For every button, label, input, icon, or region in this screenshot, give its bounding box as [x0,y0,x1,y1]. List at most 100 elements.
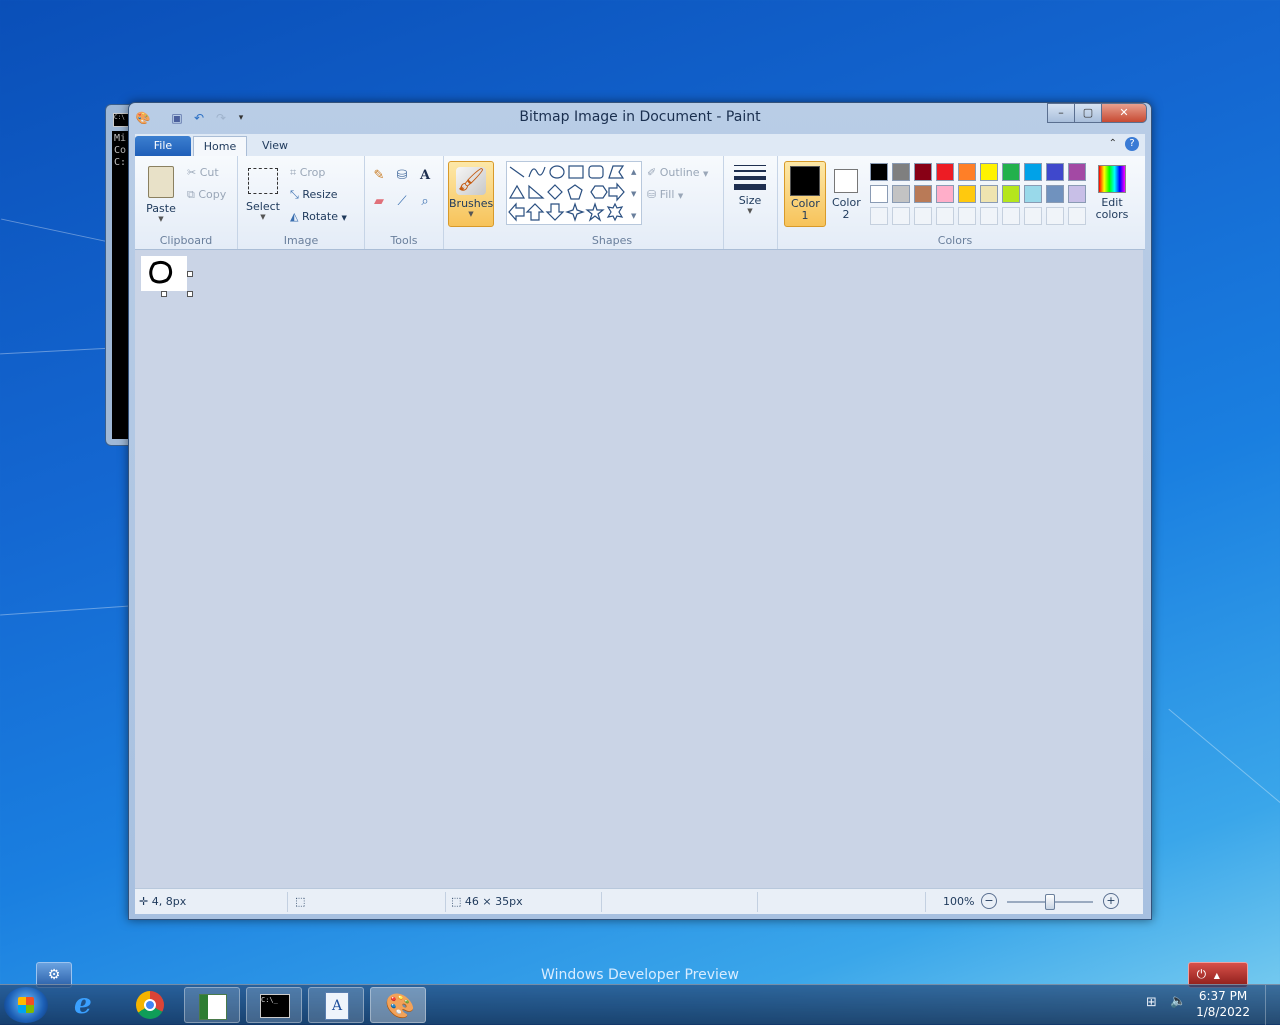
palette-color-swatch[interactable] [892,185,910,203]
scroll-down-icon[interactable]: ▼ [631,190,637,198]
eraser-icon[interactable]: ▰ [369,192,389,212]
maximize-button[interactable]: ▢ [1074,103,1102,123]
custom-color-slot[interactable] [980,207,998,225]
paste-button[interactable]: Paste ▼ [141,162,181,228]
color-picker-icon[interactable]: ⟋ [392,192,412,212]
start-button[interactable] [4,987,48,1023]
tab-view[interactable]: View [253,136,297,156]
four-point-star-shape-icon[interactable] [565,202,585,222]
resize-button[interactable]: ⤡ Resize [290,186,338,204]
right-arrow-shape-icon[interactable] [608,182,625,202]
hexagon-shape-icon[interactable] [590,185,608,199]
resize-handle-bottom[interactable] [161,291,167,297]
palette-color-swatch[interactable] [1002,185,1020,203]
pencil-icon[interactable]: ✎ [369,166,389,186]
palette-color-swatch[interactable] [892,163,910,181]
custom-color-slot[interactable] [1002,207,1020,225]
palette-color-swatch[interactable] [1024,185,1042,203]
resize-handle-right[interactable] [187,271,193,277]
up-arrow-shape-icon[interactable] [525,203,545,221]
show-desktop-button[interactable] [1265,985,1280,1025]
custom-color-slot[interactable] [1046,207,1064,225]
palette-color-swatch[interactable] [914,185,932,203]
taskbar-command-prompt[interactable]: C:\_ [246,987,302,1023]
palette-color-swatch[interactable] [958,163,976,181]
brushes-button[interactable]: 🖌 Brushes ▼ [448,161,494,227]
palette-color-swatch[interactable] [1068,185,1086,203]
taskbar-paint[interactable]: 🎨 [370,987,426,1023]
palette-color-swatch[interactable] [936,185,954,203]
taskbar-chrome[interactable] [122,987,178,1023]
rectangle-shape-icon[interactable] [568,165,584,179]
line-shape-icon[interactable] [509,166,525,178]
taskbar-internet-explorer[interactable]: e [60,987,116,1023]
palette-color-swatch[interactable] [958,185,976,203]
zoom-slider-thumb[interactable] [1045,894,1055,910]
palette-color-swatch[interactable] [936,163,954,181]
diamond-shape-icon[interactable] [547,184,563,200]
palette-color-swatch[interactable] [914,163,932,181]
palette-color-swatch[interactable] [980,185,998,203]
pentagon-shape-icon[interactable] [567,184,583,200]
taskbar-wordpad[interactable]: A [308,987,364,1023]
close-button[interactable]: ✕ [1101,103,1147,123]
taskbar-document-app[interactable] [184,987,240,1023]
volume-icon[interactable]: 🔈 [1170,994,1186,1009]
five-point-star-shape-icon[interactable] [585,202,605,222]
custom-color-slot[interactable] [870,207,888,225]
drawing-canvas[interactable] [141,256,187,291]
left-arrow-shape-icon[interactable] [508,202,525,222]
zoom-in-button[interactable]: + [1103,893,1119,909]
canvas-area[interactable] [135,250,1143,888]
cut-button[interactable]: ✂ Cut [187,164,219,182]
help-icon[interactable]: ? [1125,137,1139,151]
palette-color-swatch[interactable] [1046,185,1064,203]
color1-button[interactable]: Color 1 [784,161,826,227]
outline-button[interactable]: ✐ Outline ▼ [647,164,708,182]
minimize-button[interactable]: – [1047,103,1075,123]
fill-button[interactable]: ⛁ Fill ▼ [647,186,683,204]
custom-color-slot[interactable] [958,207,976,225]
crop-button[interactable]: ⌗ Crop [290,164,325,182]
palette-color-swatch[interactable] [1002,163,1020,181]
system-clock[interactable]: 6:37 PM 1/8/2022 [1196,988,1250,1020]
custom-color-slot[interactable] [1024,207,1042,225]
palette-color-swatch[interactable] [1068,163,1086,181]
more-shapes-icon[interactable]: ▼ [631,212,637,220]
text-icon[interactable]: A [415,166,435,186]
rotate-button[interactable]: ◭ Rotate ▼ [290,208,347,226]
palette-color-swatch[interactable] [1024,163,1042,181]
network-icon[interactable]: ⊞ [1146,995,1157,1010]
custom-color-slot[interactable] [892,207,910,225]
palette-color-swatch[interactable] [980,163,998,181]
edit-colors-button[interactable]: Edit colors [1094,161,1130,225]
copy-button[interactable]: ⧉ Copy [187,186,226,204]
color2-button[interactable]: Color 2 [826,161,866,225]
title-bar[interactable]: 🎨 ▣ ↶ ↷ ▾ Bitmap Image in Document - Pai… [129,103,1151,133]
custom-color-slot[interactable] [1068,207,1086,225]
triangle-shape-icon[interactable] [508,184,526,199]
down-arrow-shape-icon[interactable] [545,203,565,221]
palette-color-swatch[interactable] [870,163,888,181]
resize-handle-corner[interactable] [187,291,193,297]
minimize-ribbon-icon[interactable]: ⌃ [1109,138,1117,149]
six-point-star-shape-icon[interactable] [606,202,624,222]
scroll-up-icon[interactable]: ▲ [631,168,637,176]
tab-file[interactable]: File [135,136,191,156]
polygon-shape-icon[interactable] [608,165,625,179]
zoom-out-button[interactable]: − [981,893,997,909]
size-button[interactable]: Size ▼ [730,162,770,226]
custom-color-slot[interactable] [914,207,932,225]
right-triangle-shape-icon[interactable] [528,184,545,199]
tab-home[interactable]: Home [193,136,247,157]
oval-shape-icon[interactable] [549,165,565,179]
fill-bucket-icon[interactable]: ⛁ [392,166,412,186]
custom-color-slot[interactable] [936,207,954,225]
magnifier-icon[interactable]: ⌕ [415,192,435,212]
palette-color-swatch[interactable] [870,185,888,203]
curve-shape-icon[interactable] [528,166,546,178]
select-button[interactable]: Select ▼ [242,162,284,228]
paint-window[interactable]: 🎨 ▣ ↶ ↷ ▾ Bitmap Image in Document - Pai… [128,102,1152,920]
rounded-rectangle-shape-icon[interactable] [588,165,604,179]
palette-color-swatch[interactable] [1046,163,1064,181]
